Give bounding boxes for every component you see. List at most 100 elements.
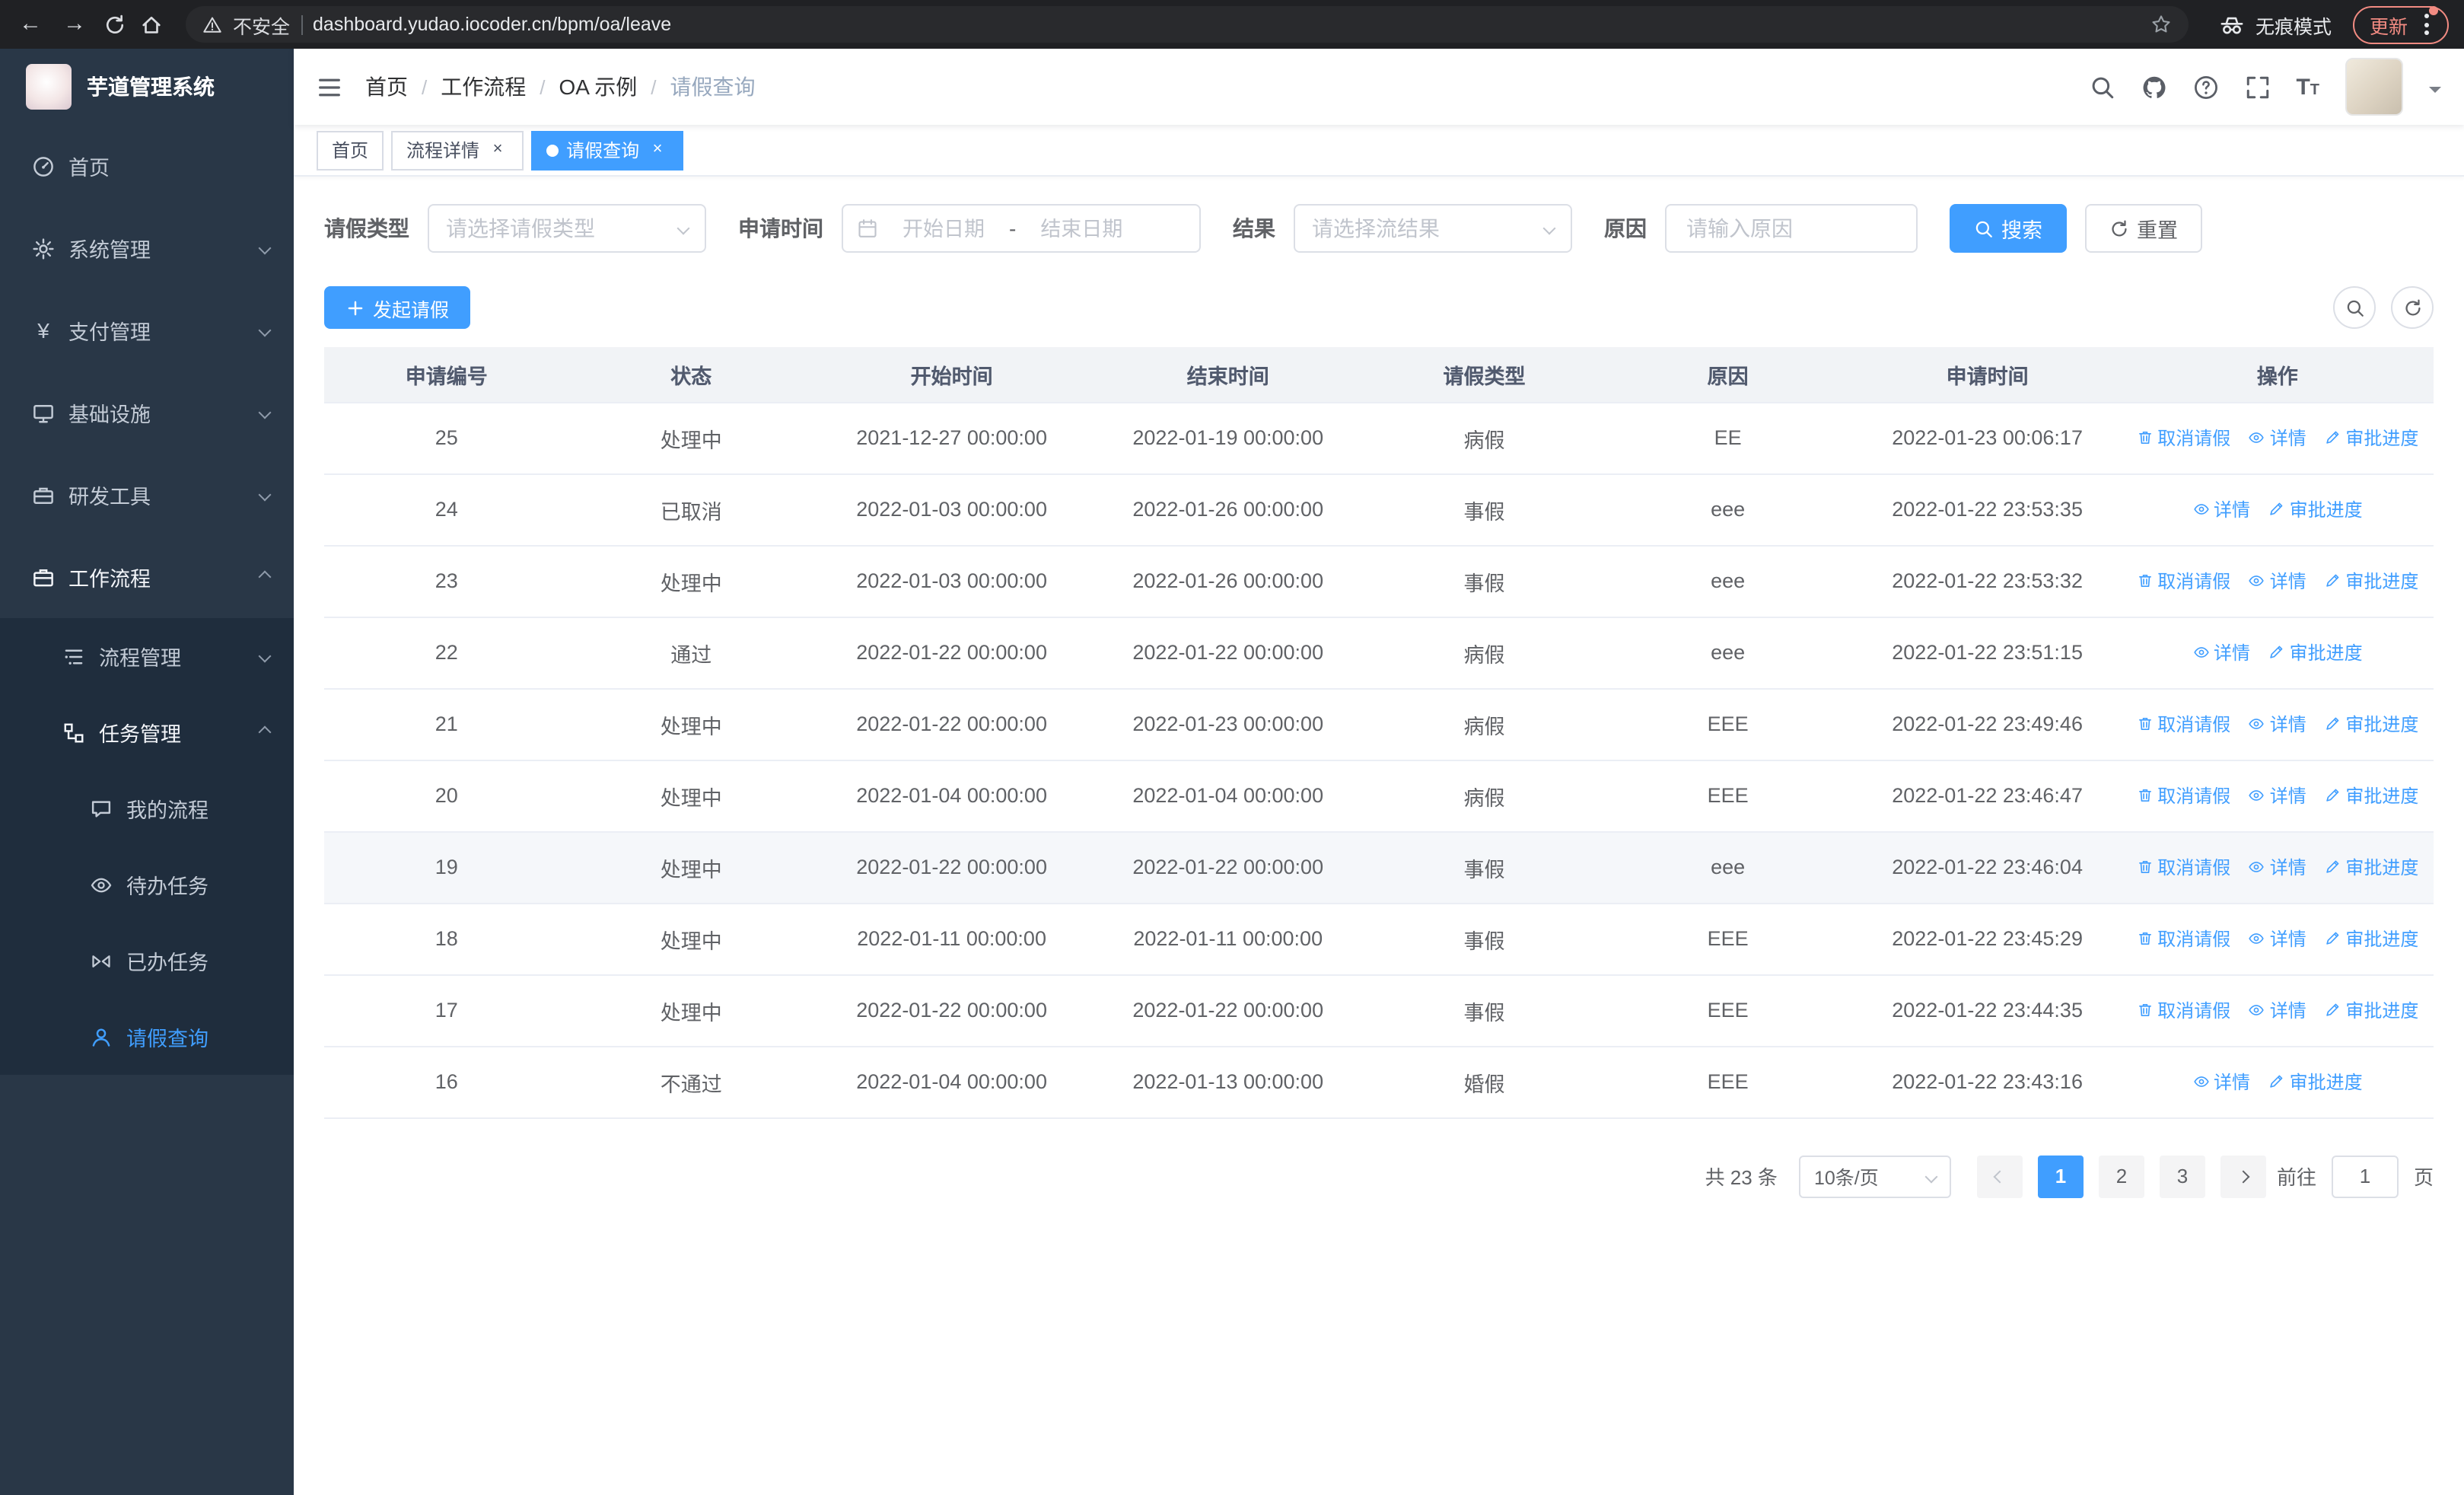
next-page-button[interactable]: [2220, 1155, 2266, 1197]
tab-leave-query[interactable]: 请假查询 ×: [531, 130, 684, 170]
cell-actions: 取消请假 详情 审批进度: [2121, 617, 2434, 689]
sidebar-item-infrastructure[interactable]: 基础设施: [0, 371, 294, 454]
approval-progress-link[interactable]: 审批进度: [2324, 926, 2418, 952]
eye-icon: [2249, 787, 2265, 804]
font-size-icon[interactable]: TT: [2296, 75, 2319, 98]
chevron-left-icon: [1993, 1169, 2007, 1183]
sidebar-item-leave-query[interactable]: 请假查询: [0, 999, 294, 1075]
detail-link[interactable]: 详情: [2249, 711, 2306, 737]
tab-process-detail[interactable]: 流程详情 ×: [391, 130, 524, 170]
edit-icon: [2324, 930, 2341, 947]
tab-close-icon[interactable]: ×: [647, 139, 668, 161]
url-text: dashboard.yudao.iocoder.cn/bpm/oa/leave: [313, 14, 672, 35]
help-icon[interactable]: [2192, 74, 2218, 100]
detail-link[interactable]: 详情: [2249, 997, 2306, 1023]
update-label: 更新: [2369, 16, 2408, 37]
cell-end-time: 2022-01-23 00:00:00: [1090, 688, 1367, 760]
detail-link[interactable]: 详情: [2249, 926, 2306, 952]
reason-input[interactable]: [1683, 215, 1899, 242]
goto-page-input[interactable]: [2331, 1155, 2399, 1197]
refresh-table-button[interactable]: [2391, 286, 2434, 329]
leave-type-select[interactable]: 请选择请假类型: [428, 204, 706, 253]
sidebar-item-process-management[interactable]: 流程管理: [0, 618, 294, 694]
chevron-right-icon: [2236, 1169, 2250, 1183]
sidebar-item-payment-management[interactable]: ¥ 支付管理: [0, 289, 294, 371]
toggle-search-button[interactable]: [2333, 286, 2376, 329]
browser-menu-icon[interactable]: [2421, 6, 2438, 38]
cell-start-time: 2022-01-22 00:00:00: [813, 974, 1090, 1047]
cell-start-time: 2022-01-04 00:00:00: [813, 760, 1090, 832]
sidebar-item-done-tasks[interactable]: 已办任务: [0, 923, 294, 999]
date-range-picker[interactable]: -: [842, 204, 1201, 253]
detail-link[interactable]: 详情: [2249, 425, 2306, 451]
approval-progress-link[interactable]: 审批进度: [2268, 496, 2363, 522]
cancel-leave-link[interactable]: 取消请假: [2136, 568, 2230, 594]
browser-update-button[interactable]: 更新: [2352, 5, 2449, 43]
sidebar-item-dev-tools[interactable]: 研发工具: [0, 454, 294, 536]
create-leave-button[interactable]: 发起请假: [324, 286, 471, 329]
detail-link[interactable]: 详情: [2249, 783, 2306, 808]
cancel-leave-link[interactable]: 取消请假: [2136, 711, 2230, 737]
tab-close-icon[interactable]: ×: [487, 139, 508, 161]
cell-leave-type: 病假: [1366, 688, 1603, 760]
sidebar-item-task-management[interactable]: 任务管理: [0, 694, 294, 770]
collapse-sidebar-icon[interactable]: [317, 74, 342, 100]
page-button-1[interactable]: 1: [2037, 1155, 2084, 1197]
breadcrumb-oa-example[interactable]: OA 示例: [559, 72, 638, 102]
address-bar[interactable]: 不安全 dashboard.yudao.iocoder.cn/bpm/oa/le…: [186, 6, 2189, 43]
cancel-leave-link[interactable]: 取消请假: [2136, 783, 2230, 808]
approval-progress-link[interactable]: 审批进度: [2324, 854, 2418, 880]
approval-progress-link[interactable]: 审批进度: [2268, 639, 2363, 665]
edit-icon: [2324, 716, 2341, 732]
sidebar-item-workflow[interactable]: 工作流程: [0, 536, 294, 618]
search-button[interactable]: 搜索: [1950, 204, 2067, 253]
search-icon[interactable]: [2089, 74, 2115, 100]
sidebar-item-home[interactable]: 首页: [0, 125, 294, 207]
sidebar-item-system-management[interactable]: 系统管理: [0, 207, 294, 289]
prev-page-button[interactable]: [1976, 1155, 2023, 1197]
approval-progress-link[interactable]: 审批进度: [2324, 783, 2418, 808]
cell-actions: 取消请假 详情 审批进度: [2121, 831, 2434, 904]
result-select[interactable]: 请选择流结果: [1294, 204, 1572, 253]
cell-apply-time: 2022-01-22 23:43:16: [1853, 1046, 2122, 1118]
breadcrumb-workflow[interactable]: 工作流程: [441, 72, 526, 102]
approval-progress-link[interactable]: 审批进度: [2324, 997, 2418, 1023]
browser-back-button[interactable]: ←: [15, 0, 46, 49]
breadcrumb-home[interactable]: 首页: [365, 72, 408, 102]
detail-link[interactable]: 详情: [2192, 496, 2250, 522]
sidebar-item-my-process[interactable]: 我的流程: [0, 770, 294, 846]
end-date-input[interactable]: [1022, 215, 1141, 241]
cancel-leave-link[interactable]: 取消请假: [2136, 425, 2230, 451]
detail-link[interactable]: 详情: [2249, 854, 2306, 880]
reset-button[interactable]: 重置: [2085, 204, 2202, 253]
fullscreen-icon[interactable]: [2244, 74, 2270, 100]
approval-progress-link[interactable]: 审批进度: [2324, 568, 2418, 594]
page-size-select[interactable]: 10条/页: [1798, 1155, 1951, 1197]
approval-progress-link[interactable]: 审批进度: [2324, 425, 2418, 451]
cancel-leave-link[interactable]: 取消请假: [2136, 926, 2230, 952]
cell-status: 处理中: [568, 903, 814, 975]
cancel-leave-link[interactable]: 取消请假: [2136, 854, 2230, 880]
start-date-input[interactable]: [884, 215, 1003, 241]
user-avatar[interactable]: [2345, 58, 2403, 116]
browser-forward-button[interactable]: →: [59, 0, 90, 49]
page-button-3[interactable]: 3: [2159, 1155, 2205, 1197]
app-logo[interactable]: 芋道管理系统: [0, 49, 294, 125]
user-menu-caret-icon[interactable]: [2429, 86, 2441, 98]
detail-link[interactable]: 详情: [2192, 639, 2250, 665]
menu-label: 基础设施: [68, 403, 151, 426]
detail-link[interactable]: 详情: [2249, 568, 2306, 594]
approval-progress-link[interactable]: 审批进度: [2268, 1069, 2363, 1095]
github-icon[interactable]: [2141, 74, 2166, 100]
sidebar-item-todo-tasks[interactable]: 待办任务: [0, 846, 294, 923]
browser-home-icon[interactable]: [140, 13, 163, 36]
browser-reload-icon[interactable]: [103, 13, 126, 36]
tab-home[interactable]: 首页: [317, 130, 384, 170]
cell-actions: 取消请假 详情 审批进度: [2121, 402, 2434, 474]
detail-link[interactable]: 详情: [2192, 1069, 2250, 1095]
bookmark-star-icon[interactable]: [2150, 14, 2172, 35]
edit-icon: [2268, 1073, 2285, 1090]
approval-progress-link[interactable]: 审批进度: [2324, 711, 2418, 737]
cancel-leave-link[interactable]: 取消请假: [2136, 997, 2230, 1023]
page-button-2[interactable]: 2: [2098, 1155, 2144, 1197]
